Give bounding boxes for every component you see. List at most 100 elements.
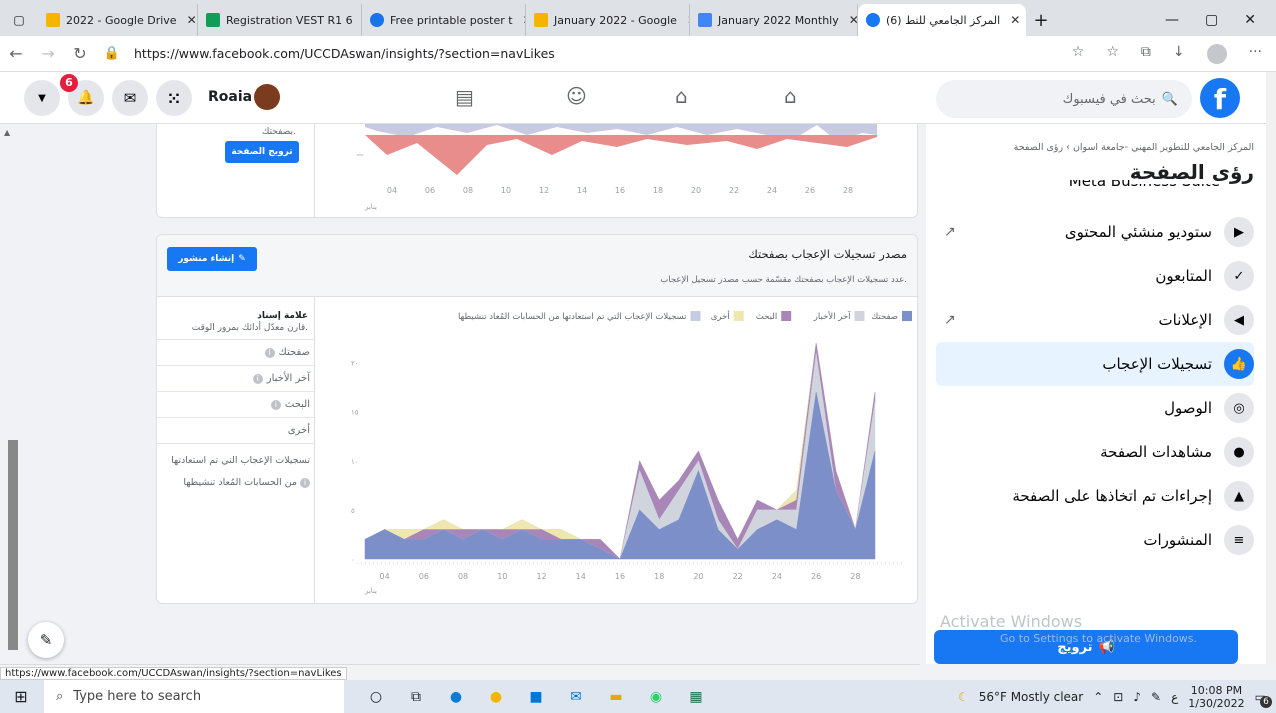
- legend-swatch[interactable]: [690, 311, 701, 321]
- mail-icon[interactable]: ✉: [562, 686, 590, 708]
- user-name[interactable]: Roaia: [208, 89, 252, 105]
- benchmark-row[interactable]: i البحث: [157, 392, 314, 418]
- collections-icon[interactable]: ⧉: [1141, 44, 1151, 64]
- tab-january-monthly[interactable]: January 2022 Monthly ✕: [690, 4, 858, 36]
- favorites-icon[interactable]: ☆: [1106, 44, 1119, 64]
- breadcrumb[interactable]: المركز الجامعي للتطوير المهني -جامعة اسو…: [1014, 142, 1254, 153]
- cortana-icon[interactable]: ○: [362, 686, 390, 708]
- activate-windows-hint: Go to Settings to activate Windows.: [1000, 632, 1198, 645]
- legend-swatch[interactable]: [781, 311, 792, 321]
- page-scrollbar[interactable]: ▲: [0, 124, 18, 664]
- info-icon[interactable]: i: [300, 478, 310, 488]
- menu-button[interactable]: ⁙: [156, 80, 192, 116]
- task-view-icon[interactable]: ⧉: [402, 686, 430, 708]
- tab-registration[interactable]: Registration VEST R1 6✕: [198, 4, 362, 36]
- forward-button[interactable]: →: [32, 44, 64, 63]
- groups-icon[interactable]: ☺: [566, 84, 587, 108]
- info-icon[interactable]: i: [264, 347, 275, 358]
- language-indicator[interactable]: ع: [1171, 690, 1178, 704]
- info-icon[interactable]: i: [270, 399, 281, 410]
- back-button[interactable]: ←: [0, 44, 32, 63]
- weather-text[interactable]: 56°F Mostly clear: [979, 690, 1084, 704]
- messenger-button[interactable]: ✉: [112, 80, 148, 116]
- tab-poster[interactable]: Free printable poster t✕: [362, 4, 526, 36]
- legend-label[interactable]: البحث: [756, 312, 777, 322]
- external-link-icon[interactable]: ↗: [944, 224, 956, 240]
- benchmark-row[interactable]: أخرى: [157, 418, 314, 444]
- docs-icon: [698, 13, 712, 27]
- profile-avatar[interactable]: [1206, 43, 1227, 64]
- home-icon[interactable]: ⌂: [784, 84, 797, 108]
- sidebar-item[interactable]: ↗ الإعلانات ◀: [936, 298, 1254, 342]
- scrollbar-thumb[interactable]: [8, 440, 18, 650]
- facebook-logo[interactable]: f: [1200, 78, 1240, 118]
- legend-label[interactable]: أخرى: [711, 310, 730, 322]
- clock[interactable]: 10:08 PM 1/30/2022: [1188, 684, 1244, 710]
- network-icon[interactable]: ⊡: [1113, 690, 1123, 704]
- downloads-icon[interactable]: ↓: [1173, 44, 1185, 64]
- create-post-label: إنشاء منشور: [178, 254, 235, 264]
- scroll-up-icon[interactable]: ▲: [4, 128, 10, 137]
- x-tick-label: 12: [539, 186, 549, 195]
- legend-label[interactable]: صفحتك: [871, 312, 898, 322]
- user-avatar[interactable]: [254, 84, 280, 110]
- action-center-icon[interactable]: ▭ 6: [1255, 690, 1272, 708]
- legend-label[interactable]: تسجيلات الإعجاب التي تم استعادتها من الح…: [458, 312, 687, 322]
- legend-swatch[interactable]: [854, 311, 865, 321]
- benchmark-row[interactable]: i صفحتك: [157, 340, 314, 366]
- legend-swatch[interactable]: [733, 311, 744, 321]
- minimize-button[interactable]: —: [1165, 12, 1179, 28]
- refresh-button[interactable]: ↻: [64, 44, 96, 63]
- sidebar-item[interactable]: المتابعون ✓: [936, 254, 1254, 298]
- excel-icon[interactable]: ▦: [682, 686, 710, 708]
- account-menu-button[interactable]: ▼: [24, 80, 60, 116]
- legend-swatch[interactable]: [902, 311, 912, 321]
- close-icon[interactable]: ✕: [849, 13, 857, 27]
- sidebar-item[interactable]: ↗ ستوديو منشئي المحتوى ▶: [936, 210, 1254, 254]
- close-icon[interactable]: ✕: [1010, 13, 1020, 27]
- chrome-icon[interactable]: ●: [482, 686, 510, 708]
- info-icon[interactable]: i: [252, 373, 263, 384]
- sidebar-item[interactable]: المنشورات ≡: [936, 518, 1254, 562]
- more-menu-icon[interactable]: ···: [1249, 44, 1262, 64]
- promote-page-button[interactable]: ترويج الصفحة: [225, 141, 299, 163]
- tray-chevron-icon[interactable]: ⌃: [1093, 690, 1103, 704]
- legend-label[interactable]: آخر الأخبار: [813, 310, 851, 322]
- tab-facebook-active[interactable]: (6) المركز الجامعي للتط ✕: [858, 4, 1026, 36]
- sidebar-item[interactable]: مشاهدات الصفحة ●: [936, 430, 1254, 474]
- tab-title: 2022 - Google Drive: [66, 13, 177, 27]
- window-menu-icon[interactable]: ▢: [0, 4, 38, 36]
- url-field[interactable]: https://www.facebook.com/UCCDAswan/insig…: [134, 46, 555, 61]
- search-input[interactable]: بحث في فيسبوك 🔍: [936, 80, 1192, 118]
- edge-icon[interactable]: ●: [442, 686, 470, 708]
- sidebar-item[interactable]: الوصول ◎: [936, 386, 1254, 430]
- tab-january-drive[interactable]: January 2022 - Google✕: [526, 4, 690, 36]
- create-post-button[interactable]: إنشاء منشور ✎: [167, 247, 257, 271]
- marketplace-icon[interactable]: ⌂: [675, 84, 688, 108]
- volume-icon[interactable]: ♪: [1133, 690, 1141, 704]
- whatsapp-icon[interactable]: ◉: [642, 686, 670, 708]
- sidebar-item[interactable]: تسجيلات الإعجاب 👍: [936, 342, 1254, 386]
- pages-icon[interactable]: ▤: [455, 85, 474, 109]
- read-aloud-icon[interactable]: ☆: [1072, 44, 1085, 64]
- file-explorer-icon[interactable]: ▬: [602, 686, 630, 708]
- new-tab-button[interactable]: +: [1026, 4, 1056, 36]
- new-message-button[interactable]: ✎: [28, 622, 64, 658]
- likes-chart: صفحتك آخر الأخبار البحث أخرى تسجيلات الإعجاب…: [351, 310, 912, 595]
- benchmark-row[interactable]: i آخر الأخبار: [157, 366, 314, 392]
- pencil-icon: ✎: [238, 254, 246, 264]
- tab-title: January 2022 - Google: [554, 13, 677, 27]
- external-link-icon[interactable]: ↗: [944, 312, 956, 328]
- close-window-button[interactable]: ✕: [1244, 12, 1256, 28]
- close-icon[interactable]: ✕: [187, 13, 197, 27]
- benchmark-row[interactable]: تسجيلات الإعجاب التي تم استعادتها من الح…: [157, 444, 314, 494]
- windows-start-icon[interactable]: ⊞: [4, 686, 38, 708]
- restore-button[interactable]: ▢: [1205, 12, 1218, 28]
- store-icon[interactable]: ■: [522, 686, 550, 708]
- window-scrollbar[interactable]: [1266, 72, 1276, 664]
- sidebar-item-label: ستوديو منشئي المحتوى: [1064, 223, 1212, 241]
- pen-icon[interactable]: ✎: [1151, 690, 1161, 704]
- tab-google-drive[interactable]: 2022 - Google Drive ✕: [38, 4, 198, 36]
- taskbar-search[interactable]: ⌕ Type here to search: [44, 680, 344, 713]
- sidebar-item[interactable]: إجراءات تم اتخاذها على الصفحة ▲: [936, 474, 1254, 518]
